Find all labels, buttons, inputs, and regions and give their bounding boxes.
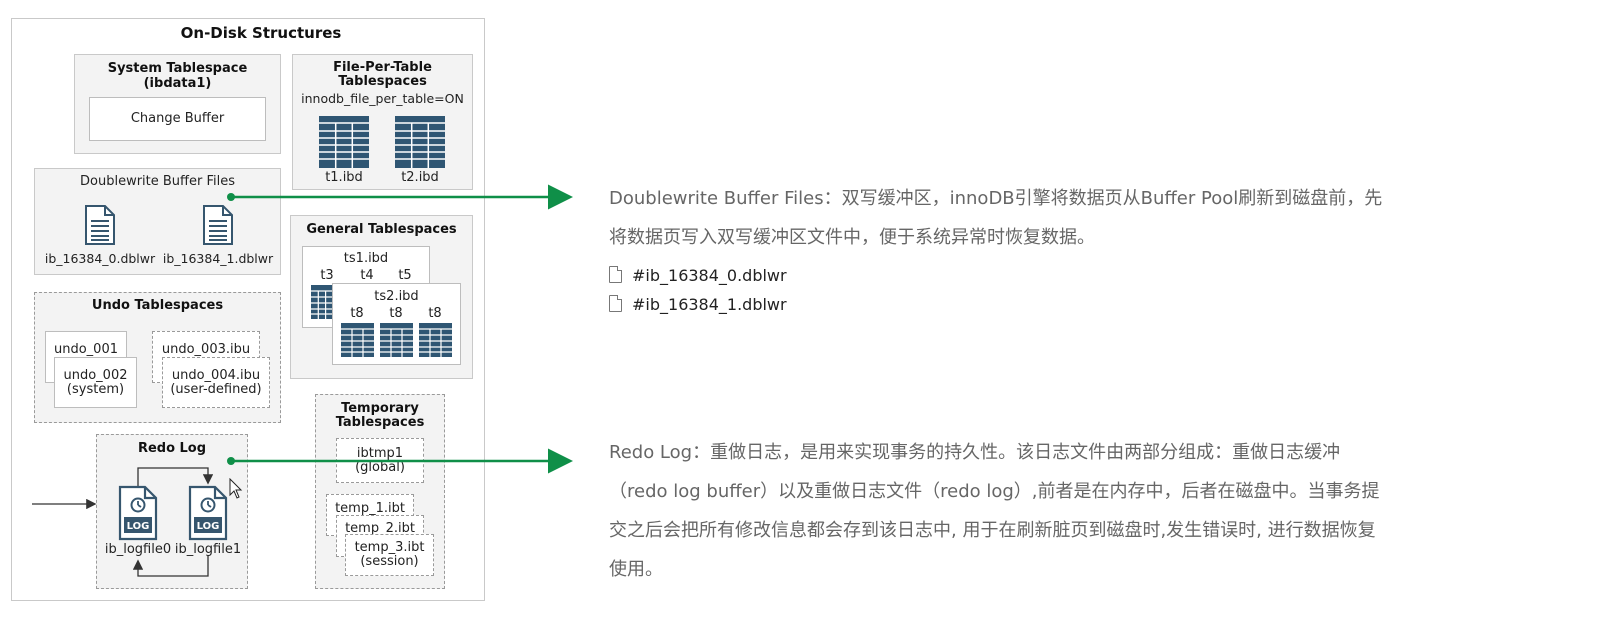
file-icon — [609, 295, 622, 312]
redo-desc-line1: Redo Log：重做日志，是用来实现事务的持久性。该日志文件由两部分组成：重做… — [609, 442, 1341, 463]
doublewrite-description: Doublewrite Buffer Files：双写缓冲区，innoDB引擎将… — [609, 179, 1569, 257]
dblwr-file-1: #ib_16384_1.dblwr — [632, 295, 787, 314]
file-icon — [609, 266, 622, 283]
callout-arrows — [227, 184, 573, 474]
redo-desc-line3: 交之后会把所有修改信息都会存到该日志中, 用于在刷新脏页到磁盘时,发生错误时, … — [609, 520, 1376, 541]
list-item: #ib_16384_0.dblwr — [609, 266, 787, 295]
doublewrite-desc-line2: 将数据页写入双写缓冲区文件中，便于系统异常时恢复数据。 — [609, 227, 1095, 248]
doublewrite-file-list: #ib_16384_0.dblwr #ib_16384_1.dblwr — [609, 266, 787, 324]
dblwr-file-0: #ib_16384_0.dblwr — [632, 266, 787, 285]
list-item: #ib_16384_1.dblwr — [609, 295, 787, 324]
redo-log-description: Redo Log：重做日志，是用来实现事务的持久性。该日志文件由两部分组成：重做… — [609, 433, 1569, 589]
redo-desc-line2: （redo log buffer）以及重做日志文件（redo log）,前者是在… — [609, 481, 1380, 502]
doublewrite-desc-line1: Doublewrite Buffer Files：双写缓冲区，innoDB引擎将… — [609, 188, 1383, 209]
redo-desc-line4: 使用。 — [609, 559, 663, 580]
